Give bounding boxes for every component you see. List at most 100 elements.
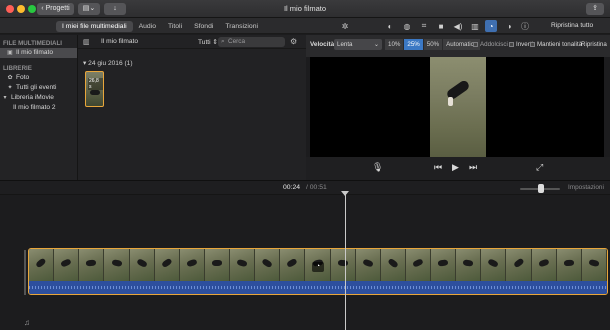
dog-image (337, 259, 348, 267)
media-browser: ▥ Il mio filmato Tutti ⇕ ⌕ Cerca ⚙ ▾ 24 … (78, 35, 306, 180)
share-button[interactable]: ⇪ (586, 3, 604, 15)
tab-my-media[interactable]: I miei file multimediali (56, 21, 133, 32)
zoom-window-button[interactable] (28, 5, 36, 13)
sidebar-toggle-icon[interactable]: ▥ (83, 38, 90, 46)
gear-icon[interactable]: ⚙ (290, 37, 297, 46)
magic-wand-icon[interactable]: ✲ (339, 20, 351, 32)
dog-image (286, 258, 299, 269)
fullscreen-icon[interactable]: ⤢ (536, 162, 543, 173)
clip-frame (531, 249, 557, 281)
import-media-button[interactable]: ▤⌄ (78, 3, 100, 15)
projects-back-button[interactable]: ‹ Progetti (37, 3, 74, 15)
browser-title: Il mio filmato (101, 38, 139, 45)
updown-icon: ⇕ (210, 39, 218, 46)
playhead[interactable] (345, 194, 346, 330)
zoom-slider-knob[interactable] (538, 184, 544, 193)
clip-thumbnail[interactable]: 26,8 s (85, 71, 104, 107)
dog-image (487, 258, 500, 269)
dog-image (236, 258, 248, 268)
crop-icon[interactable]: ⌗ (418, 20, 430, 32)
close-window-button[interactable] (6, 5, 14, 13)
media-tabs: I miei file multimediali Audio Titoli Sf… (56, 21, 264, 32)
smooth-checkbox[interactable]: Addolcisci (473, 41, 508, 48)
sidebar-item-photos[interactable]: ✿ Foto (0, 73, 77, 83)
timeline-header: 00:24 / 00:51 Impostazioni (0, 180, 610, 195)
dog-image (60, 258, 72, 269)
event-date-header[interactable]: ▾ 24 giu 2016 (1) (83, 59, 133, 67)
clip-frame (581, 249, 607, 281)
dog-image (563, 259, 574, 267)
clip-frame (405, 249, 431, 281)
info-icon[interactable]: ⓘ (519, 20, 531, 32)
tab-titles[interactable]: Titoli (162, 21, 188, 32)
timeline[interactable] (0, 196, 610, 330)
reset-all-button[interactable]: Ripristina tutto (551, 22, 593, 29)
reset-button[interactable]: Ripristina (581, 41, 607, 48)
dog-image (462, 259, 474, 268)
speed-icon[interactable]: ◔ (485, 20, 497, 32)
current-timecode: 00:24 (283, 184, 301, 191)
title-bar: ‹ Progetti ▤⌄ ↓ Il mio filmato ⇪ (0, 0, 610, 18)
clip-frame (154, 249, 180, 281)
speed-option-10[interactable]: 10% (385, 39, 405, 50)
speed-options: 10% 25% 50% Automatico (385, 39, 482, 50)
download-arrow-icon: ↓ (113, 5, 117, 12)
preserve-pitch-checkbox[interactable]: Mantieni tonalità (530, 41, 582, 48)
disclosure-triangle-icon[interactable]: ▾ (2, 93, 8, 103)
dog-image (186, 258, 198, 268)
clip-frame (255, 249, 281, 281)
sidebar-item-my-movie-2[interactable]: Il mio filmato 2 (0, 103, 77, 113)
skip-back-icon[interactable]: ⏮︎ (434, 162, 442, 173)
clip-filter-icon[interactable]: ◑ (503, 20, 515, 32)
video-frame (430, 57, 486, 157)
dog-image (35, 257, 47, 269)
speed-option-25[interactable]: 25% (404, 39, 424, 50)
voiceover-microphone-icon[interactable]: 🎙︎ (372, 162, 383, 173)
share-icon: ⇪ (592, 5, 598, 12)
dog-image (588, 259, 600, 268)
color-correction-icon[interactable]: ◍ (401, 20, 413, 32)
dog-image (537, 258, 550, 269)
dog-image (437, 259, 449, 268)
search-input[interactable]: ⌕ Cerca (218, 37, 285, 47)
play-icon[interactable]: ▶ (452, 162, 459, 173)
speed-label: Velocità: (310, 41, 337, 48)
browser-bar: ▥ Il mio filmato Tutti ⇕ ⌕ Cerca ⚙ (78, 35, 306, 49)
clip-frame (204, 249, 230, 281)
clip-frame (431, 249, 457, 281)
equalizer-icon[interactable]: ▥ (469, 20, 481, 32)
color-balance-icon[interactable]: ◐ (384, 20, 396, 32)
dog-image (387, 257, 399, 269)
skip-forward-icon[interactable]: ⏭︎ (469, 162, 477, 173)
clip-frame (104, 249, 130, 281)
volume-icon[interactable]: ◀) (452, 20, 464, 32)
video-viewer[interactable] (310, 57, 604, 157)
dog-image (412, 258, 424, 269)
dog-image (261, 258, 273, 269)
sidebar-item-imovie-library[interactable]: ▾ Libreria iMovie (0, 93, 77, 103)
dog-head (460, 81, 468, 87)
filter-dropdown[interactable]: Tutti ⇕ (198, 38, 218, 46)
tab-transitions[interactable]: Transizioni (219, 21, 264, 32)
speed-settings-bar: Velocità: Lenta ⌄ 10% 25% 50% Automatico… (306, 35, 610, 57)
clip-frame (129, 249, 155, 281)
clip-frame (456, 249, 482, 281)
minimize-window-button[interactable] (17, 5, 25, 13)
tab-audio[interactable]: Audio (133, 21, 162, 32)
tab-backgrounds[interactable]: Sfondi (188, 21, 219, 32)
speed-select[interactable]: Lenta ⌄ (334, 39, 382, 50)
settings-button[interactable]: Impostazioni (568, 184, 604, 191)
stabilization-icon[interactable]: ■ (435, 20, 447, 32)
sidebar-item-all-events[interactable]: ✦ Tutti gli eventi (0, 83, 77, 93)
sidebar-header-media: FILE MULTIMEDIALI (3, 40, 63, 47)
dog-image (212, 260, 222, 267)
download-button[interactable]: ↓ (104, 3, 126, 15)
grass-background (430, 57, 486, 157)
dog-image (135, 258, 148, 269)
dog-image (512, 257, 525, 269)
libraries-sidebar: FILE MULTIMEDIALI ▣ Il mio filmato LIBRE… (0, 35, 78, 180)
sidebar-item-my-movie[interactable]: ▣ Il mio filmato (0, 48, 77, 58)
clip-frame (556, 249, 582, 281)
clip-frame (506, 249, 532, 281)
speed-option-50[interactable]: 50% (423, 39, 444, 50)
